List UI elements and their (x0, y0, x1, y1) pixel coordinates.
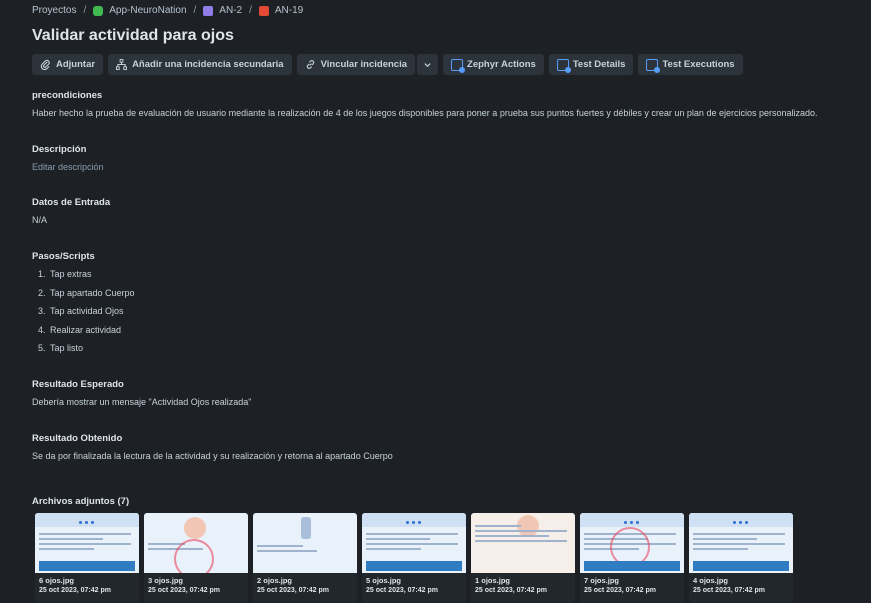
preconditions-text[interactable]: Haber hecho la prueba de evaluación de u… (32, 108, 818, 118)
description-section: Descripción Editar descripción (32, 144, 104, 172)
attachment-card[interactable]: 1 ojos.jpg 25 oct 2023, 07:42 pm (471, 513, 575, 603)
preconditions-section: precondiciones Haber hecho la prueba de … (32, 90, 818, 118)
list-item: Tap actividad Ojos (48, 306, 135, 316)
attachment-name: 4 ojos.jpg (693, 576, 729, 585)
attachment-thumbnail (253, 513, 357, 573)
expected-result-text[interactable]: Debería mostrar un mensaje "Actividad Oj… (32, 397, 252, 407)
attachment-card[interactable]: 4 ojos.jpg 25 oct 2023, 07:42 pm (689, 513, 793, 603)
attachment-date: 25 oct 2023, 07:42 pm (366, 587, 438, 594)
attachment-thumbnail (362, 513, 466, 573)
list-item: Tap apartado Cuerpo (48, 288, 135, 298)
description-label: Descripción (32, 144, 87, 155)
attachment-name: 2 ojos.jpg (257, 576, 293, 585)
epic-icon (203, 5, 214, 16)
issue-title[interactable]: Validar actividad para ojos (32, 27, 234, 45)
issue-toolbar: Adjuntar Añadir una incidencia secundari… (32, 54, 743, 75)
input-data-label: Datos de Entrada (32, 197, 111, 208)
attachment-name: 6 ojos.jpg (39, 576, 75, 585)
zephyr-icon (556, 58, 571, 73)
attachment-card[interactable]: 5 ojos.jpg 25 oct 2023, 07:42 pm (362, 513, 466, 603)
attachment-thumbnail (35, 513, 139, 573)
link-icon (306, 60, 314, 69)
attachment-card[interactable]: 2 ojos.jpg 25 oct 2023, 07:42 pm (253, 513, 357, 603)
attachment-date: 25 oct 2023, 07:42 pm (475, 587, 547, 594)
paperclip-icon (40, 59, 50, 70)
attachments-label: Archivos adjuntos (7) (32, 496, 130, 507)
breadcrumb-project[interactable]: App-NeuroNation (93, 5, 187, 16)
attachment-thumbnail (471, 513, 575, 573)
bug-icon (258, 5, 269, 16)
hierarchy-icon (116, 59, 128, 70)
link-issue-button[interactable]: Vincular incidencia (296, 54, 416, 75)
attachment-name: 1 ojos.jpg (475, 576, 511, 585)
attach-button[interactable]: Adjuntar (32, 54, 104, 75)
breadcrumb-separator: / (83, 5, 87, 16)
obtained-result-text[interactable]: Se da por finalizada la lectura de la ac… (32, 451, 393, 461)
add-child-issue-button[interactable]: Añadir una incidencia secundaria (108, 54, 292, 75)
zephyr-actions-button[interactable]: Zephyr Actions (443, 54, 544, 75)
attachment-thumbnail (689, 513, 793, 573)
obtained-result-section: Resultado Obtenido Se da por finalizada … (32, 433, 393, 461)
attachment-name: 7 ojos.jpg (584, 576, 620, 585)
steps-list[interactable]: Tap extras Tap apartado Cuerpo Tap activ… (32, 269, 135, 353)
breadcrumb-issue[interactable]: AN-19 (258, 5, 303, 16)
chevron-down-icon (424, 63, 431, 68)
expected-result-label: Resultado Esperado (32, 379, 124, 390)
list-item: Realizar actividad (48, 325, 135, 335)
attachment-card[interactable]: 6 ojos.jpg 25 oct 2023, 07:42 pm (35, 513, 139, 603)
attachment-date: 25 oct 2023, 07:42 pm (257, 587, 329, 594)
preconditions-label: precondiciones (32, 90, 103, 101)
edit-description-field[interactable]: Editar descripción (32, 162, 104, 172)
breadcrumb: Proyectos / App-NeuroNation / AN-2 / AN-… (32, 5, 303, 16)
attachment-date: 25 oct 2023, 07:42 pm (584, 587, 656, 594)
list-item: Tap extras (48, 269, 135, 279)
attachment-thumbnail (144, 513, 248, 573)
test-details-button[interactable]: Test Details (548, 54, 634, 75)
attachment-date: 25 oct 2023, 07:42 pm (693, 587, 765, 594)
attachments-section: Archivos adjuntos (7) (32, 496, 129, 507)
input-data-section: Datos de Entrada N/A (32, 197, 110, 225)
breadcrumb-separator: / (193, 5, 197, 16)
input-data-value[interactable]: N/A (32, 215, 110, 225)
attachment-card[interactable]: 7 ojos.jpg 25 oct 2023, 07:42 pm (580, 513, 684, 603)
obtained-result-label: Resultado Obtenido (32, 433, 123, 444)
link-issue-dropdown[interactable] (416, 54, 439, 75)
zephyr-icon (451, 58, 466, 73)
expected-result-section: Resultado Esperado Debería mostrar un me… (32, 379, 252, 407)
attachment-name: 5 ojos.jpg (366, 576, 402, 585)
attachment-date: 25 oct 2023, 07:42 pm (39, 587, 111, 594)
list-item: Tap listo (48, 343, 135, 353)
attachment-thumbnail (580, 513, 684, 573)
attachments-list: 6 ojos.jpg 25 oct 2023, 07:42 pm 3 ojos.j… (35, 513, 793, 603)
breadcrumb-projects[interactable]: Proyectos (32, 5, 76, 16)
attachment-name: 3 ojos.jpg (148, 576, 184, 585)
test-executions-button[interactable]: Test Executions (638, 54, 743, 75)
breadcrumb-separator: / (249, 5, 252, 16)
steps-section: Pasos/Scripts Tap extras Tap apartado Cu… (32, 251, 135, 362)
breadcrumb-epic[interactable]: AN-2 (203, 5, 242, 16)
attachment-card[interactable]: 3 ojos.jpg 25 oct 2023, 07:42 pm (144, 513, 248, 603)
attachment-date: 25 oct 2023, 07:42 pm (148, 587, 220, 594)
steps-label: Pasos/Scripts (32, 251, 95, 262)
zephyr-icon (646, 58, 661, 73)
app-icon (93, 5, 104, 16)
